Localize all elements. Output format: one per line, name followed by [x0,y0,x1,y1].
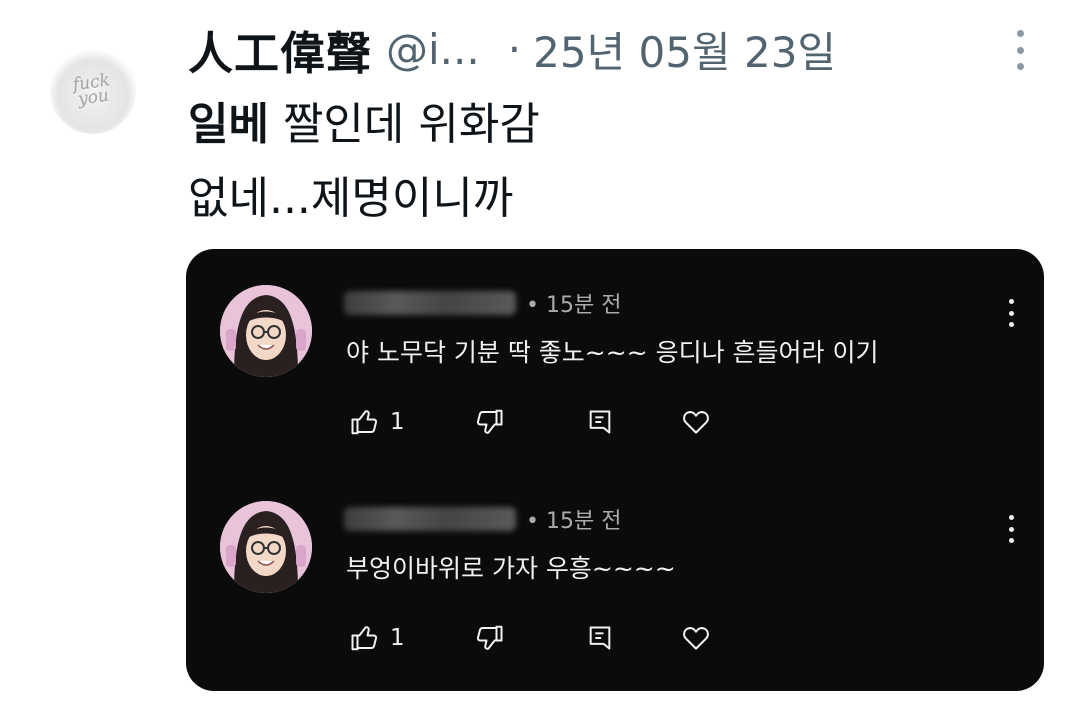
like-count: 1 [390,409,405,435]
reply-button[interactable] [586,402,614,442]
comment-text: 야 노무닥 기분 딱 좋노~~~ 응디나 흔들어라 이기 [346,338,879,367]
reply-button[interactable] [586,618,614,658]
thumbs-down-icon [476,625,503,650]
tweet-more-icon[interactable] [1012,30,1028,70]
author-handle[interactable]: @i... [386,25,480,74]
heart-icon [683,411,709,434]
like-count: 1 [390,625,405,651]
commenter-avatar[interactable] [220,501,312,593]
embedded-comments-image[interactable]: sasdfawerb • 15분 전 야 노무닥 기분 딱 좋노~~~ 응디나 … [186,249,1044,691]
thumbs-up-icon [351,410,378,435]
heart-button[interactable] [680,402,712,442]
comment-item: sasdfawerb • 15분 전 야 노무닥 기분 딱 좋노~~~ 응디나 … [186,249,1044,449]
comment-username-blurred[interactable]: sasdfawerb [344,291,516,315]
comment-time: • 15분 전 [526,293,622,318]
like-button[interactable]: 1 [350,618,405,658]
avatar-ring-lettering: fuck you [72,70,112,110]
thumbs-up-icon [351,626,378,651]
author-name[interactable]: 人工偉聲 [188,17,372,82]
comment-actions: 1 [346,402,766,442]
reply-icon [589,410,611,434]
tweet-text: 일베 짤인데 위화감 없네...제명이니까 [188,88,540,236]
heart-button[interactable] [680,618,712,658]
reply-icon [589,626,611,650]
like-button[interactable]: 1 [350,402,405,442]
comment-more-icon[interactable] [1006,299,1016,327]
header-separator: · [507,24,522,74]
heart-icon [683,627,709,650]
dislike-button[interactable] [474,618,504,658]
tweet-text-bold: 일베 [188,99,269,150]
commenter-face-icon [220,501,312,593]
thumbs-down-icon [476,409,503,434]
dislike-button[interactable] [474,402,504,442]
comment-meta: sasdfawerb • 15분 전 [344,503,621,535]
commenter-avatar[interactable] [220,285,312,377]
tweet-text-line1: 짤인데 위화감 [268,99,540,150]
tweet-date[interactable]: 25년 05월 23일 [533,19,836,80]
tweet: fuck you 人工偉聲 @i... · 25년 05월 23일 일베 짤인데… [0,0,1080,707]
author-avatar[interactable]: fuck you [50,48,136,134]
commenter-face-icon [220,285,312,377]
comment-meta: sasdfawerb • 15분 전 [344,287,621,319]
comment-actions: 1 [346,618,766,658]
comment-time: • 15분 전 [526,509,622,534]
comment-more-icon[interactable] [1006,515,1016,543]
tweet-header: 人工偉聲 @i... · 25년 05월 23일 [188,16,836,82]
tweet-text-line2: 없네...제명이니까 [188,173,514,224]
comment-item: sasdfawerb • 15분 전 부엉이바위로 가자 우흥~~~~ 1 [186,465,1044,665]
comment-text: 부엉이바위로 가자 우흥~~~~ [346,554,676,583]
comment-username-blurred[interactable]: sasdfawerb [344,507,516,531]
